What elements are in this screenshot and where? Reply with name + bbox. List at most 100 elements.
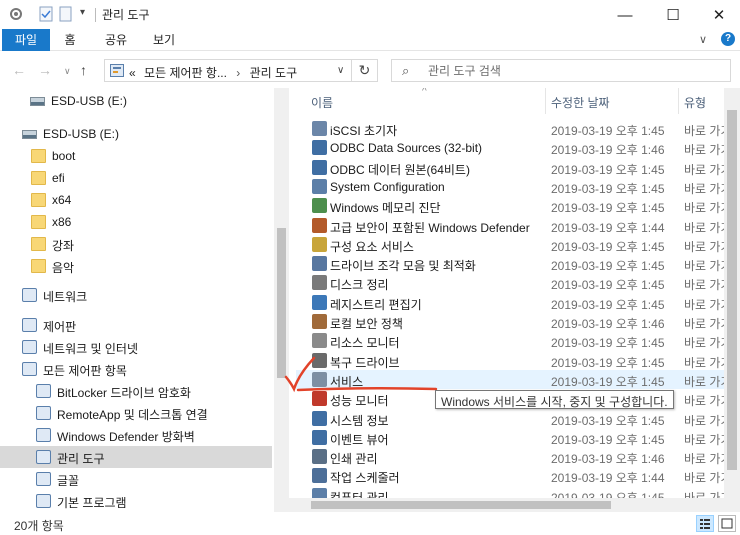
nav-item[interactable]: efi [0, 167, 272, 189]
horizontal-scrollbar-thumb[interactable] [311, 501, 611, 509]
customize-toolbar-icon[interactable]: ▾ [80, 7, 85, 18]
file-row[interactable]: 레지스트리 편집기 2019-03-19 오후 1:45 바로 가기 [296, 293, 724, 312]
file-type: 바로 가기 [684, 278, 724, 293]
tab-home[interactable]: 홈 [56, 29, 84, 51]
column-date-modified[interactable]: 수정한 날짜 [551, 94, 610, 111]
details-view-button[interactable] [696, 515, 714, 532]
admin-tools-icon [36, 450, 51, 464]
breadcrumb-overflow[interactable]: « [129, 66, 136, 80]
nav-item-label: boot [52, 149, 76, 163]
file-row[interactable]: 이벤트 뷰어 2019-03-19 오후 1:45 바로 가기 [296, 428, 724, 447]
nav-item-label: ESD-USB (E:) [51, 94, 128, 108]
file-name: 로컬 보안 정책 [330, 317, 403, 331]
file-name: 드라이브 조각 모음 및 최적화 [330, 259, 476, 274]
nav-item-label: 강좌 [52, 239, 75, 253]
nav-item[interactable]: 제어판 [0, 314, 272, 336]
nav-item-label: ESD-USB (E:) [43, 127, 120, 141]
nav-item[interactable]: 기본 프로그램 [0, 490, 272, 512]
file-type: 바로 가기 [684, 259, 724, 274]
address-bar[interactable]: « 모든 제어판 항... › 관리 도구 ∨ [104, 59, 352, 82]
file-row[interactable]: iSCSI 초기자 2019-03-19 오후 1:45 바로 가기 [296, 119, 724, 138]
column-name[interactable]: 이름 [311, 94, 333, 111]
nav-item[interactable]: 모든 제어판 항목 [0, 358, 272, 380]
nav-item[interactable]: 강좌 [0, 233, 272, 255]
file-row[interactable]: 로컬 보안 정책 2019-03-19 오후 1:46 바로 가기 [296, 312, 724, 331]
network-icon [22, 288, 37, 302]
file-type: 바로 가기 [684, 297, 724, 312]
help-icon[interactable]: ? [721, 32, 735, 46]
file-row[interactable]: ODBC 데이터 원본(64비트) 2019-03-19 오후 1:45 바로 가기 [296, 158, 724, 177]
large-icons-view-button[interactable] [718, 515, 736, 532]
file-name: 구성 요소 서비스 [330, 239, 414, 254]
file-row[interactable]: Windows 메모리 진단 2019-03-19 오후 1:45 바로 가기 [296, 196, 724, 215]
nav-item[interactable]: ESD-USB (E:) [0, 90, 272, 112]
tab-share[interactable]: 공유 [98, 29, 134, 51]
status-bar: 20개 항목 [0, 512, 740, 535]
nav-item-label: 관리 도구 [57, 452, 105, 466]
search-box[interactable]: ⌕ [391, 59, 731, 82]
file-row[interactable]: System Configuration 2019-03-19 오후 1:45 바로… [296, 177, 724, 196]
nav-item[interactable]: 글꼴 [0, 468, 272, 490]
details-view-icon [700, 519, 710, 529]
file-date: 2019-03-19 오후 1:45 [551, 297, 665, 312]
file-row[interactable]: 작업 스케줄러 2019-03-19 오후 1:44 바로 가기 [296, 466, 724, 485]
shortcut-icon [312, 217, 327, 233]
file-row[interactable]: 시스템 정보 2019-03-19 오후 1:45 바로 가기 [296, 409, 724, 428]
file-row[interactable]: 리소스 모니터 2019-03-19 오후 1:45 바로 가기 [296, 331, 724, 350]
nav-item[interactable]: 관리 도구 [0, 446, 272, 468]
file-row[interactable]: 고급 보안이 포함된 Windows Defender ... 2019-03-1… [296, 216, 724, 235]
file-row[interactable]: 드라이브 조각 모음 및 최적화 2019-03-19 오후 1:45 바로 가기 [296, 254, 724, 273]
column-divider[interactable] [678, 88, 679, 114]
refresh-button[interactable]: ↻ [352, 59, 378, 82]
folder-icon [31, 237, 46, 251]
new-folder-icon[interactable] [58, 6, 74, 22]
properties-icon[interactable] [38, 6, 54, 22]
nav-item-label: RemoteApp 및 데스크톱 연결 [57, 408, 208, 422]
close-button[interactable]: ✕ [696, 0, 740, 30]
back-button[interactable]: ← [12, 62, 26, 78]
nav-item[interactable]: ESD-USB (E:) [0, 123, 272, 145]
ribbon-tabs: 파일 홈 공유 보기 ∨ ? [0, 29, 740, 51]
maximize-button[interactable]: ☐ [650, 0, 696, 30]
nav-item[interactable]: RemoteApp 및 데스크톱 연결 [0, 402, 272, 424]
minimize-button[interactable]: — [602, 0, 648, 30]
file-name: Windows 메모리 진단 [330, 201, 441, 216]
shortcut-icon [312, 121, 327, 136]
breadcrumb-admin-tools[interactable]: 관리 도구 [250, 66, 298, 80]
drive-icon [22, 130, 37, 139]
search-input[interactable] [426, 63, 716, 79]
recent-locations-button[interactable]: ∨ [64, 66, 71, 77]
column-type[interactable]: 유형 [684, 94, 706, 111]
nav-item[interactable]: 음악 [0, 255, 272, 277]
nav-item[interactable]: x86 [0, 211, 272, 233]
tab-view[interactable]: 보기 [146, 29, 182, 51]
address-dropdown-button[interactable]: ∨ [337, 65, 344, 76]
breadcrumb-separator[interactable]: › [236, 66, 240, 80]
breadcrumb-all-control-panel[interactable]: 모든 제어판 항... [144, 66, 227, 80]
file-row[interactable]: 구성 요소 서비스 2019-03-19 오후 1:45 바로 가기 [296, 235, 724, 254]
nav-item[interactable]: 네트워크 [0, 284, 272, 306]
file-row[interactable]: 인쇄 관리 2019-03-19 오후 1:46 바로 가기 [296, 447, 724, 466]
file-row[interactable]: ODBC Data Sources (32-bit) 2019-03-19 오후 … [296, 138, 724, 157]
item-count: 20개 항목 [14, 519, 64, 533]
nav-item[interactable]: BitLocker 드라이브 암호화 [0, 380, 272, 402]
tab-file[interactable]: 파일 [2, 29, 50, 51]
file-name: iSCSI 초기자 [330, 124, 398, 138]
shortcut-icon [312, 314, 327, 329]
admin-tools-icon[interactable] [8, 6, 24, 22]
up-button[interactable]: ↑ [80, 62, 87, 78]
file-list-scrollbar-thumb[interactable] [727, 110, 737, 470]
file-date: 2019-03-19 오후 1:46 [551, 317, 665, 331]
column-divider[interactable] [545, 88, 546, 114]
file-row[interactable]: 디스크 정리 2019-03-19 오후 1:45 바로 가기 [296, 273, 724, 292]
nav-item[interactable]: boot [0, 145, 272, 167]
forward-button[interactable]: → [38, 62, 52, 78]
nav-item[interactable]: x64 [0, 189, 272, 211]
expand-ribbon-icon[interactable]: ∨ [699, 33, 707, 46]
nav-item-label: x86 [52, 215, 72, 229]
network-internet-icon [22, 340, 37, 354]
nav-item-label: 네트워크 [43, 290, 88, 304]
sort-ascending-icon: ^ [422, 88, 427, 97]
nav-item[interactable]: 네트워크 및 인터넷 [0, 336, 272, 358]
nav-item[interactable]: Windows Defender 방화벽 [0, 424, 272, 446]
